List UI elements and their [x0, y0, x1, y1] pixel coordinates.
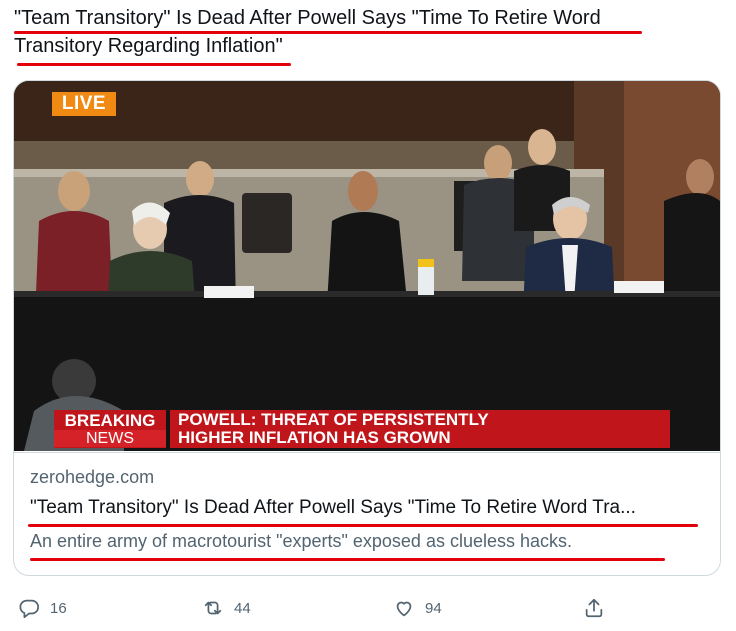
tweet-actions: 16 44 94: [0, 588, 736, 628]
hearing-scene-image: [14, 81, 720, 451]
card-meta[interactable]: zerohedge.com "Team Transitory" Is Dead …: [14, 452, 720, 575]
underline-annotation: [17, 63, 291, 66]
retweet-count: 44: [234, 599, 251, 617]
retweet-button[interactable]: 44: [202, 588, 251, 628]
reply-icon: [19, 599, 40, 619]
underline-annotation: [30, 558, 665, 561]
breaking-label: BREAKING: [64, 411, 156, 430]
tweet-text-line-2: Transitory Regarding Inflation": [14, 35, 283, 57]
retweet-icon: [204, 601, 222, 615]
headline-line-1: POWELL: THREAT OF PERSISTENTLY: [178, 410, 489, 429]
card-media-image[interactable]: LIVE BREAKING NEWS POWELL: THREAT OF PER…: [14, 81, 720, 451]
like-count: 94: [425, 599, 442, 617]
share-icon: [585, 598, 603, 618]
breaking-news-badge: BREAKING NEWS: [54, 410, 166, 448]
reply-count: 16: [50, 599, 67, 617]
underline-annotation: [28, 524, 698, 527]
like-button[interactable]: 94: [393, 588, 442, 628]
headline-line-2: HIGHER INFLATION HAS GROWN: [178, 428, 451, 447]
live-badge: LIVE: [52, 92, 116, 116]
card-description: An entire army of macrotourist "experts"…: [30, 531, 573, 551]
news-label: NEWS: [54, 430, 166, 447]
news-headline-banner: POWELL: THREAT OF PERSISTENTLY HIGHER IN…: [170, 410, 670, 448]
tweet-text-line-1: "Team Transitory" Is Dead After Powell S…: [14, 7, 601, 29]
reply-button[interactable]: 16: [18, 588, 67, 628]
link-card[interactable]: LIVE BREAKING NEWS POWELL: THREAT OF PER…: [13, 80, 721, 576]
card-domain: zerohedge.com: [30, 467, 155, 487]
share-button[interactable]: [583, 588, 605, 628]
heart-icon: [396, 601, 412, 617]
underline-annotation: [14, 31, 642, 34]
card-title[interactable]: "Team Transitory" Is Dead After Powell S…: [30, 497, 706, 519]
